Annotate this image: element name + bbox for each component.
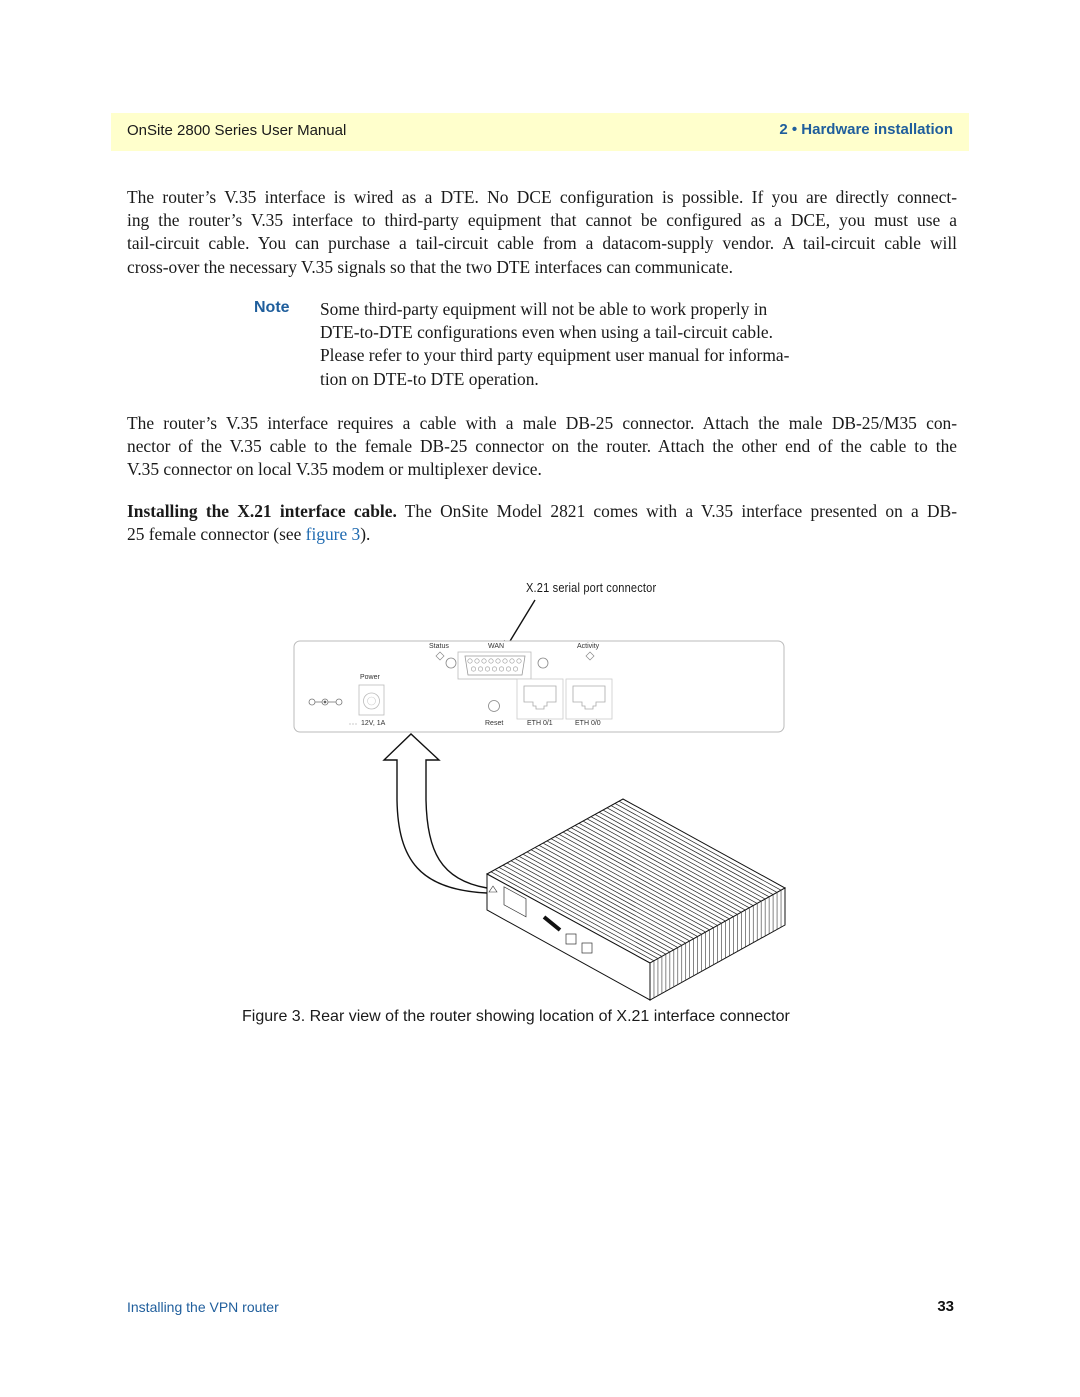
power-label: Power [360,674,380,681]
curved-arrow [382,733,488,894]
page-number: 33 [937,1298,954,1315]
eth00-label: ETH 0/0 [575,720,601,727]
eth00-port [565,678,613,720]
eth01-label: ETH 0/1 [527,720,553,727]
router-illustration [485,798,787,1001]
power-rating-label: 12V, 1A [361,720,386,727]
eth01-port [516,678,564,720]
figure-caption: Figure 3. Rear view of the router showin… [242,1008,790,1025]
reset-label: Reset [485,720,504,727]
footer-section: Installing the VPN router [127,1299,279,1315]
wan-label: WAN [488,643,505,650]
status-label: Status [429,643,449,650]
figure-illustration [293,599,787,1001]
activity-label: Activity [577,643,600,650]
